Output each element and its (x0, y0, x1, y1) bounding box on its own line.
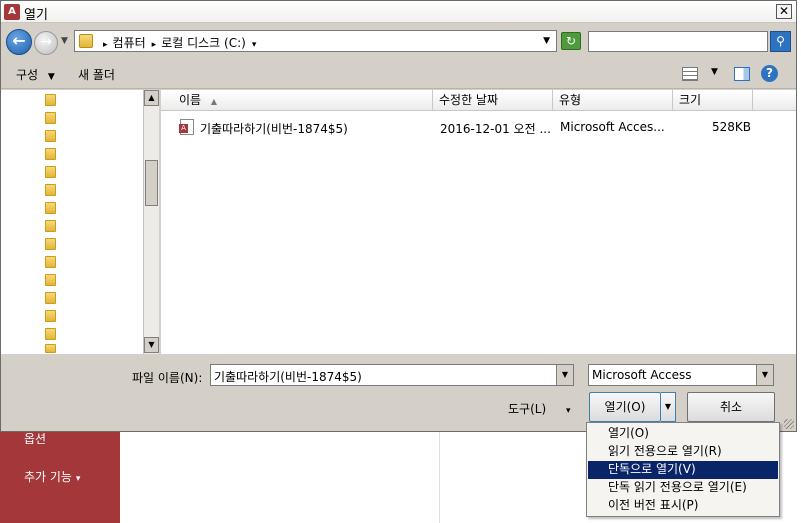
folder-icon[interactable] (45, 310, 56, 322)
chevron-down-icon[interactable]: ▼ (556, 365, 573, 385)
column-header-size[interactable]: 크기 (673, 90, 753, 111)
close-button[interactable]: ✕ (776, 4, 792, 19)
tools-button[interactable]: 도구(L) ▾ (508, 400, 571, 417)
folder-icon[interactable] (45, 202, 56, 214)
filename-label: 파일 이름(N): (132, 371, 203, 385)
open-file-dialog: A 열기 ✕ ← → ▼ ▸ 컴퓨터 ▸ 로컬 디스크 (C:) ▾ ▼ ↻ ⚲ 구성 … (0, 0, 797, 432)
tools-label: 도구(L) (508, 402, 547, 416)
chevron-down-icon: ▼ (711, 67, 718, 77)
filetype-select[interactable]: Microsoft Access ▼ (588, 364, 774, 386)
open-options-menu: 열기(O) 읽기 전용으로 열기(R) 단독으로 열기(V) 단독 읽기 전용으… (586, 422, 780, 517)
folder-icon[interactable] (45, 184, 56, 196)
file-list: 이름 ▲ 수정한 날짜 유형 크기 기출따라하기(비번-1874$5) 2016… (161, 90, 796, 354)
file-name: 기출따라하기(비번-1874$5) (200, 122, 348, 136)
forward-button[interactable]: → (34, 31, 58, 55)
breadcrumb: ▸ 컴퓨터 ▸ 로컬 디스크 (C:) ▾ (101, 34, 261, 51)
folder-icon[interactable] (45, 94, 56, 106)
column-headers: 이름 ▲ 수정한 날짜 유형 크기 (161, 90, 796, 111)
folder-icon[interactable] (45, 148, 56, 160)
bg-sidebar-item-label: 추가 기능 (24, 470, 72, 484)
folder-icon[interactable] (45, 256, 56, 268)
cancel-button[interactable]: 취소 (687, 392, 775, 422)
access-app-icon: A (4, 4, 20, 20)
access-file-icon (179, 119, 194, 135)
background-divider (439, 430, 440, 523)
scroll-down-icon[interactable]: ▼ (144, 337, 159, 353)
back-button[interactable]: ← (6, 29, 32, 55)
recent-pages-dropdown-icon[interactable]: ▼ (61, 36, 68, 46)
command-toolbar: 구성 ▼ 새 폴더 ▼ ? (1, 59, 796, 89)
menu-item-open[interactable]: 열기(O) (588, 425, 778, 443)
title-bar[interactable]: A 열기 ✕ (1, 1, 796, 23)
search-icon[interactable]: ⚲ (770, 31, 791, 52)
filename-value: 기출따라하기(비번-1874$5) (214, 370, 362, 384)
caret-down-icon: ▾ (75, 474, 81, 484)
folder-icon[interactable] (45, 166, 56, 178)
file-size: 528KB (712, 120, 752, 134)
address-bar[interactable]: ▸ 컴퓨터 ▸ 로컬 디스크 (C:) ▾ ▼ (74, 30, 557, 52)
folder-icon[interactable] (45, 130, 56, 142)
menu-item-open-exclusive-read-only[interactable]: 단독 읽기 전용으로 열기(E) (588, 479, 778, 497)
chevron-down-icon: ▾ (565, 406, 571, 416)
chevron-down-icon[interactable]: ▼ (756, 365, 773, 385)
chevron-down-icon[interactable]: ▾ (252, 40, 257, 50)
new-folder-button[interactable]: 새 폴더 (78, 66, 115, 83)
background-sidebar: 옵션 추가 기능 ▾ (0, 430, 120, 523)
menu-item-open-exclusive[interactable]: 단독으로 열기(V) (588, 461, 778, 479)
filename-field[interactable]: 기출따라하기(비번-1874$5) ▼ (210, 364, 574, 386)
help-icon[interactable]: ? (761, 65, 778, 82)
column-header-label: 이름 (179, 93, 202, 107)
filetype-value: Microsoft Access (592, 368, 692, 382)
sort-ascending-icon: ▲ (210, 97, 218, 106)
chevron-right-icon[interactable]: ▸ (152, 40, 157, 50)
open-options-dropdown-icon[interactable]: ▼ (661, 392, 676, 422)
folder-icon[interactable] (45, 238, 56, 250)
table-row[interactable]: 기출따라하기(비번-1874$5) 2016-12-01 오전 ... Micr… (161, 118, 796, 138)
dialog-title: 열기 (24, 8, 48, 23)
scrollbar-thumb[interactable] (145, 160, 158, 206)
file-modified: 2016-12-01 오전 ... (440, 122, 551, 136)
folder-icon (79, 34, 93, 48)
chevron-right-icon[interactable]: ▸ (103, 40, 108, 50)
folder-icon[interactable] (45, 220, 56, 232)
resize-grip[interactable] (784, 419, 794, 429)
bg-sidebar-item-options[interactable]: 옵션 (24, 430, 46, 447)
preview-pane-icon[interactable] (734, 67, 750, 81)
bg-sidebar-item-addins[interactable]: 추가 기능 ▾ (24, 468, 80, 485)
organize-label: 구성 (16, 68, 39, 82)
navigation-bar: ← → ▼ ▸ 컴퓨터 ▸ 로컬 디스크 (C:) ▾ ▼ ↻ ⚲ (1, 23, 796, 59)
file-type: Microsoft Acces... (560, 120, 665, 134)
breadcrumb-computer[interactable]: 컴퓨터 (113, 36, 146, 50)
refresh-button[interactable]: ↻ (561, 32, 581, 50)
navigation-pane: ▲ ▼ (1, 90, 159, 354)
nav-pane-scrollbar[interactable]: ▲ ▼ (143, 90, 159, 354)
column-header-modified[interactable]: 수정한 날짜 (433, 90, 553, 111)
chevron-down-icon: ▼ (47, 72, 55, 82)
address-dropdown-icon[interactable]: ▼ (543, 36, 550, 46)
menu-item-show-previous-versions[interactable]: 이전 버전 표시(P) (588, 497, 778, 515)
breadcrumb-local-disk[interactable]: 로컬 디스크 (C:) (161, 36, 246, 50)
open-button[interactable]: 열기(O) (589, 392, 661, 422)
column-header-type[interactable]: 유형 (553, 90, 673, 111)
folder-icon[interactable] (45, 112, 56, 124)
search-input[interactable] (588, 31, 768, 52)
folder-icon[interactable] (45, 292, 56, 304)
organize-button[interactable]: 구성 ▼ (16, 66, 55, 83)
folder-icon[interactable] (45, 328, 56, 340)
column-header-name[interactable]: 이름 ▲ (161, 90, 433, 111)
menu-item-open-read-only[interactable]: 읽기 전용으로 열기(R) (588, 443, 778, 461)
change-view-button[interactable]: ▼ (682, 67, 722, 83)
folder-icon[interactable] (45, 344, 56, 353)
list-view-icon (682, 67, 698, 81)
folder-icon[interactable] (45, 274, 56, 286)
scroll-up-icon[interactable]: ▲ (144, 90, 159, 106)
